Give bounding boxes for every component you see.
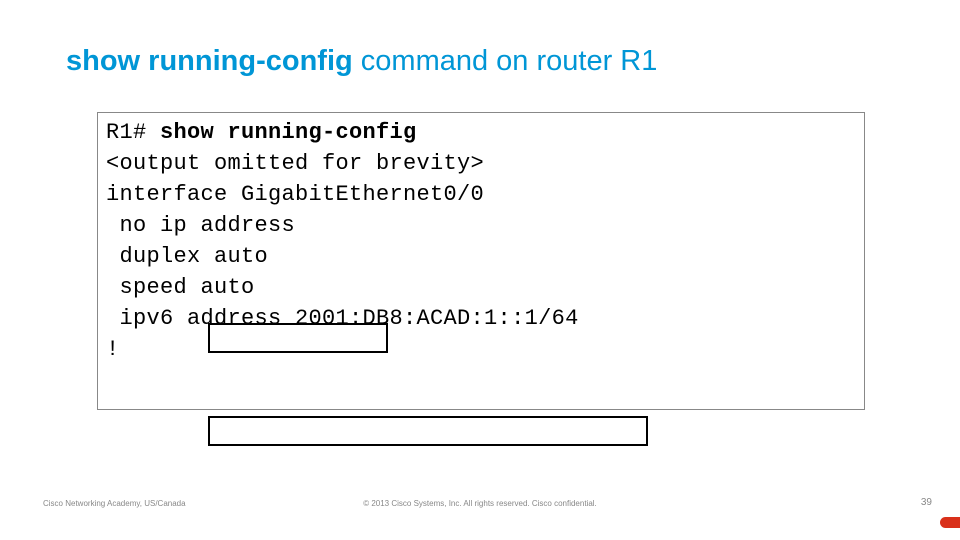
code-line-4: no ip address <box>106 210 856 241</box>
title-bold: show running-config <box>66 45 353 77</box>
slide-title: show running-config command on router R1 <box>66 46 657 78</box>
code-line-2: <output omitted for brevity> <box>106 148 856 179</box>
code-line-3: interface GigabitEthernet0/0 <box>106 179 856 210</box>
highlight-box-no-ip-address <box>208 323 388 353</box>
code-line-1: R1# show running-config <box>106 117 856 148</box>
highlight-box-ipv6-address <box>208 416 648 446</box>
footer-center: © 2013 Cisco Systems, Inc. All rights re… <box>0 499 960 508</box>
code-line-6: speed auto <box>106 272 856 303</box>
code-output-box: R1# show running-config <output omitted … <box>97 112 865 410</box>
title-rest: command on router R1 <box>353 45 658 77</box>
prompt: R1# <box>106 120 160 145</box>
command: show running-config <box>160 120 417 145</box>
code-line-5: duplex auto <box>106 241 856 272</box>
brand-accent-icon <box>940 517 960 528</box>
page-number: 39 <box>921 497 932 508</box>
